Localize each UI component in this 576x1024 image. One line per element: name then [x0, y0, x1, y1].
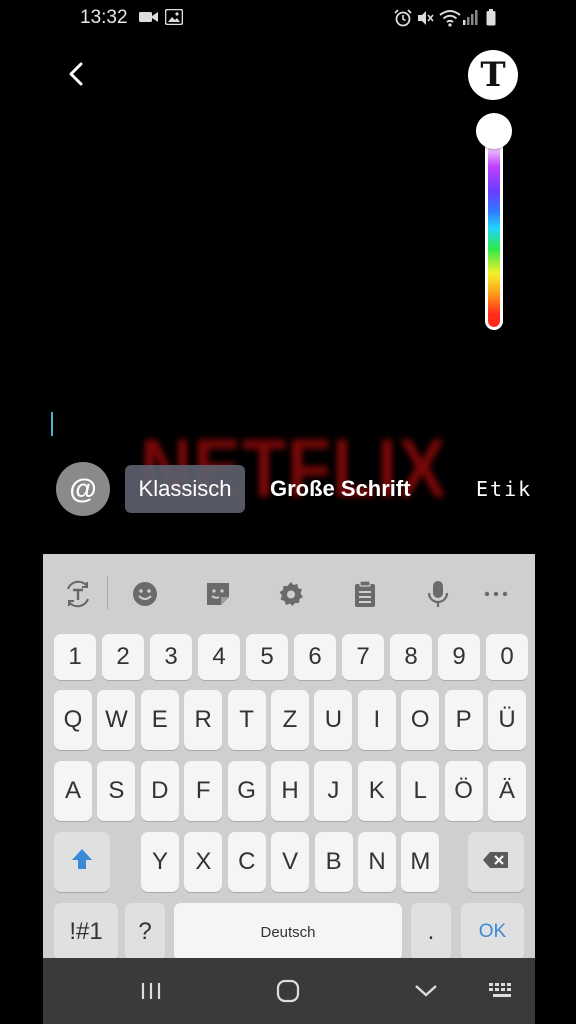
shift-icon [71, 847, 93, 878]
key-u[interactable]: U [314, 690, 353, 750]
key-c[interactable]: C [227, 832, 266, 892]
signal-icon [463, 9, 479, 30]
key-t[interactable]: T [227, 690, 266, 750]
backspace-key[interactable] [468, 832, 524, 892]
key-z[interactable]: Z [271, 690, 309, 750]
style-option-classic[interactable]: Klassisch [125, 465, 245, 513]
period-key[interactable]: . [411, 903, 451, 961]
key-7[interactable]: 7 [342, 634, 384, 680]
emoji-icon[interactable] [129, 578, 161, 610]
key-4[interactable]: 4 [198, 634, 240, 680]
style-option-label[interactable]: Etik [476, 465, 536, 513]
backspace-icon [482, 848, 510, 876]
key-m[interactable]: M [401, 832, 440, 892]
navigation-bar [43, 958, 535, 1024]
mention-button[interactable]: @ [56, 462, 110, 516]
key-6[interactable]: 6 [294, 634, 336, 680]
text-style-button[interactable]: T [468, 50, 518, 100]
keyboard: 1 2 3 4 5 6 7 8 9 0 Q W E R T Z U I O P Ü A S D F G H J K L Ö Ä Y X C V B N M!… [43, 554, 535, 961]
key-p[interactable]: P [444, 690, 483, 750]
status-bar: 13:32 [0, 0, 576, 34]
alarm-icon [394, 9, 412, 32]
hide-keyboard-icon[interactable] [411, 976, 441, 1006]
key-b[interactable]: B [314, 832, 353, 892]
key-d[interactable]: D [140, 761, 179, 821]
microphone-icon[interactable] [422, 578, 454, 610]
key-s[interactable]: S [97, 761, 136, 821]
battery-icon [486, 9, 496, 31]
key-n[interactable]: N [358, 832, 396, 892]
key-ä[interactable]: Ä [488, 761, 526, 821]
key-3[interactable]: 3 [150, 634, 192, 680]
key-2[interactable]: 2 [102, 634, 144, 680]
recent-apps-icon[interactable] [136, 976, 166, 1006]
key-q[interactable]: Q [54, 690, 92, 750]
key-l[interactable]: L [401, 761, 440, 821]
key-j[interactable]: J [314, 761, 353, 821]
keyboard-switch-icon[interactable] [487, 976, 517, 1006]
key-f[interactable]: F [184, 761, 223, 821]
key-w[interactable]: W [97, 690, 136, 750]
key-9[interactable]: 9 [438, 634, 480, 680]
toolbar-divider [107, 576, 108, 610]
clipboard-icon[interactable] [349, 578, 381, 610]
back-button[interactable] [58, 56, 94, 96]
chevron-left-icon [68, 62, 84, 91]
key-0[interactable]: 0 [486, 634, 528, 680]
shift-key[interactable] [54, 832, 110, 892]
home-icon[interactable] [273, 976, 303, 1006]
key-v[interactable]: V [271, 832, 310, 892]
color-slider[interactable] [485, 118, 503, 330]
style-option-big-font[interactable]: Große Schrift [270, 465, 411, 513]
symbols-key[interactable]: !#1 [54, 903, 118, 961]
text-style-label: T [480, 55, 506, 95]
key-5[interactable]: 5 [246, 634, 288, 680]
image-icon [164, 8, 184, 30]
key-8[interactable]: 8 [390, 634, 432, 680]
key-1[interactable]: 1 [54, 634, 96, 680]
key-h[interactable]: H [271, 761, 309, 821]
key-g[interactable]: G [227, 761, 266, 821]
video-icon [139, 9, 159, 30]
mute-icon [416, 9, 434, 32]
text-translate-icon[interactable] [62, 578, 94, 610]
key-ö[interactable]: Ö [444, 761, 483, 821]
key-e[interactable]: E [140, 690, 179, 750]
gear-icon[interactable] [275, 578, 307, 610]
key-ü[interactable]: Ü [488, 690, 526, 750]
key-o[interactable]: O [401, 690, 440, 750]
mention-label: @ [69, 473, 97, 504]
key-i[interactable]: I [357, 690, 396, 750]
more-icon[interactable] [480, 578, 512, 610]
key-y[interactable]: Y [141, 832, 179, 892]
space-key[interactable]: Deutsch [174, 903, 402, 961]
question-key[interactable]: ? [125, 903, 165, 961]
ok-key[interactable]: OK [461, 903, 524, 961]
keyboard-toolbar [43, 554, 535, 632]
key-r[interactable]: R [184, 690, 223, 750]
key-k[interactable]: K [357, 761, 396, 821]
text-cursor[interactable] [51, 412, 53, 436]
wifi-icon [439, 9, 461, 32]
color-slider-thumb[interactable] [476, 113, 512, 149]
sticker-icon[interactable] [202, 578, 234, 610]
key-a[interactable]: A [54, 761, 92, 821]
status-time: 13:32 [80, 7, 128, 28]
key-x[interactable]: X [184, 832, 223, 892]
